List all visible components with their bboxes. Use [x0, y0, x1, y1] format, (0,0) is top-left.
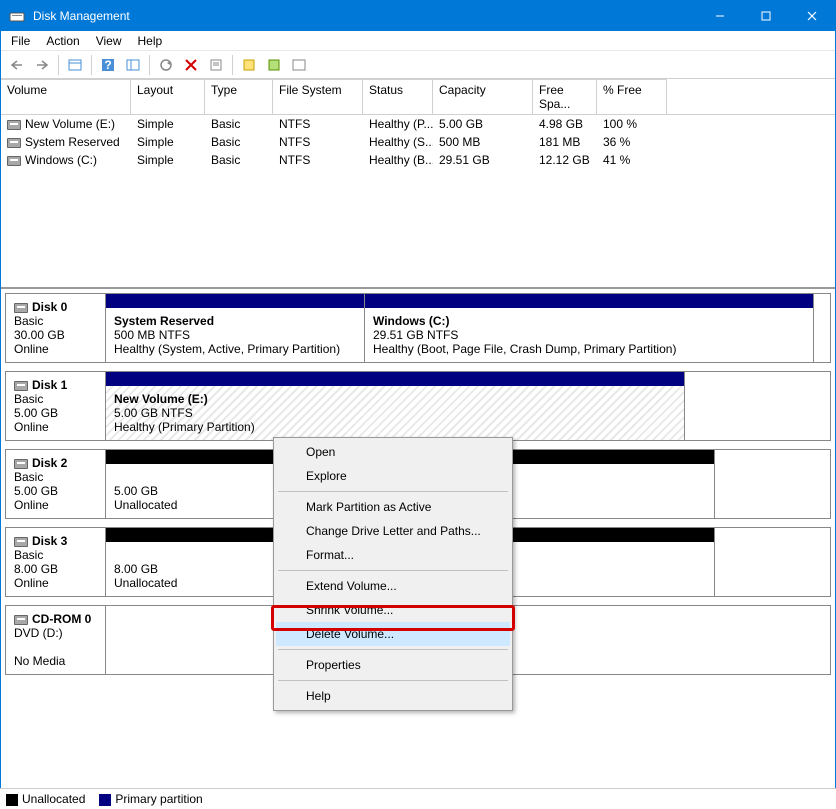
show-hide-button[interactable] [63, 54, 87, 76]
ctx-format[interactable]: Format... [276, 543, 510, 567]
partition-box[interactable]: System Reserved500 MB NTFSHealthy (Syste… [105, 293, 365, 363]
ctx-help[interactable]: Help [276, 684, 510, 708]
col-filesystem[interactable]: File System [273, 79, 363, 114]
action1-icon[interactable] [237, 54, 261, 76]
legend-primary: Primary partition [99, 792, 202, 806]
volume-row[interactable]: System Reserved SimpleBasicNTFS Healthy … [1, 133, 835, 151]
col-volume[interactable]: Volume [1, 79, 131, 114]
delete-icon[interactable] [179, 54, 203, 76]
disk-icon [7, 120, 21, 130]
col-layout[interactable]: Layout [131, 79, 205, 114]
properties-icon[interactable] [204, 54, 228, 76]
disk-icon [7, 156, 21, 166]
app-icon [9, 8, 25, 24]
window-title: Disk Management [33, 9, 697, 23]
disk-info[interactable]: Disk 3Basic8.00 GBOnline [6, 528, 106, 596]
back-button[interactable] [5, 54, 29, 76]
ctx-mark-active[interactable]: Mark Partition as Active [276, 495, 510, 519]
context-menu: Open Explore Mark Partition as Active Ch… [273, 437, 513, 711]
col-status[interactable]: Status [363, 79, 433, 114]
ctx-extend[interactable]: Extend Volume... [276, 574, 510, 598]
help-icon[interactable]: ? [96, 54, 120, 76]
disk-info[interactable]: CD-ROM 0DVD (D:)No Media [6, 606, 106, 674]
partition-box[interactable]: Windows (C:)29.51 GB NTFSHealthy (Boot, … [364, 293, 814, 363]
toolbar: ? [1, 51, 835, 79]
menu-view[interactable]: View [88, 32, 130, 50]
settings-icon[interactable] [121, 54, 145, 76]
ctx-properties[interactable]: Properties [276, 653, 510, 677]
legend: Unallocated Primary partition [0, 788, 836, 809]
volume-row[interactable]: New Volume (E:) SimpleBasicNTFS Healthy … [1, 115, 835, 133]
action2-icon[interactable] [262, 54, 286, 76]
col-pctfree[interactable]: % Free [597, 79, 667, 114]
ctx-delete-volume[interactable]: Delete Volume... [276, 622, 510, 646]
action3-icon[interactable] [287, 54, 311, 76]
svg-text:?: ? [104, 58, 111, 72]
disk-info[interactable]: Disk 2Basic5.00 GBOnline [6, 450, 106, 518]
menubar: File Action View Help [1, 31, 835, 51]
forward-button[interactable] [30, 54, 54, 76]
menu-help[interactable]: Help [130, 32, 171, 50]
menu-action[interactable]: Action [38, 32, 87, 50]
menu-file[interactable]: File [3, 32, 38, 50]
volume-list-header: Volume Layout Type File System Status Ca… [1, 79, 835, 115]
disk-info[interactable]: Disk 1Basic5.00 GBOnline [6, 372, 106, 440]
ctx-shrink[interactable]: Shrink Volume... [276, 598, 510, 622]
col-free[interactable]: Free Spa... [533, 79, 597, 114]
col-type[interactable]: Type [205, 79, 273, 114]
col-capacity[interactable]: Capacity [433, 79, 533, 114]
minimize-button[interactable] [697, 1, 743, 31]
disk-row: Disk 0Basic30.00 GBOnlineSystem Reserved… [5, 293, 831, 363]
ctx-change-letter[interactable]: Change Drive Letter and Paths... [276, 519, 510, 543]
disk-info[interactable]: Disk 0Basic30.00 GBOnline [6, 294, 106, 362]
titlebar: Disk Management [1, 1, 835, 31]
partition-box[interactable]: New Volume (E:)5.00 GB NTFSHealthy (Prim… [105, 371, 685, 441]
ctx-explore[interactable]: Explore [276, 464, 510, 488]
maximize-button[interactable] [743, 1, 789, 31]
refresh-icon[interactable] [154, 54, 178, 76]
volume-row[interactable]: Windows (C:) SimpleBasicNTFS Healthy (B.… [1, 151, 835, 169]
disk-row: Disk 1Basic5.00 GBOnlineNew Volume (E:)5… [5, 371, 831, 441]
close-button[interactable] [789, 1, 835, 31]
legend-unallocated: Unallocated [6, 792, 85, 806]
disk-icon [7, 138, 21, 148]
volume-list: Volume Layout Type File System Status Ca… [1, 79, 835, 289]
ctx-open[interactable]: Open [276, 440, 510, 464]
